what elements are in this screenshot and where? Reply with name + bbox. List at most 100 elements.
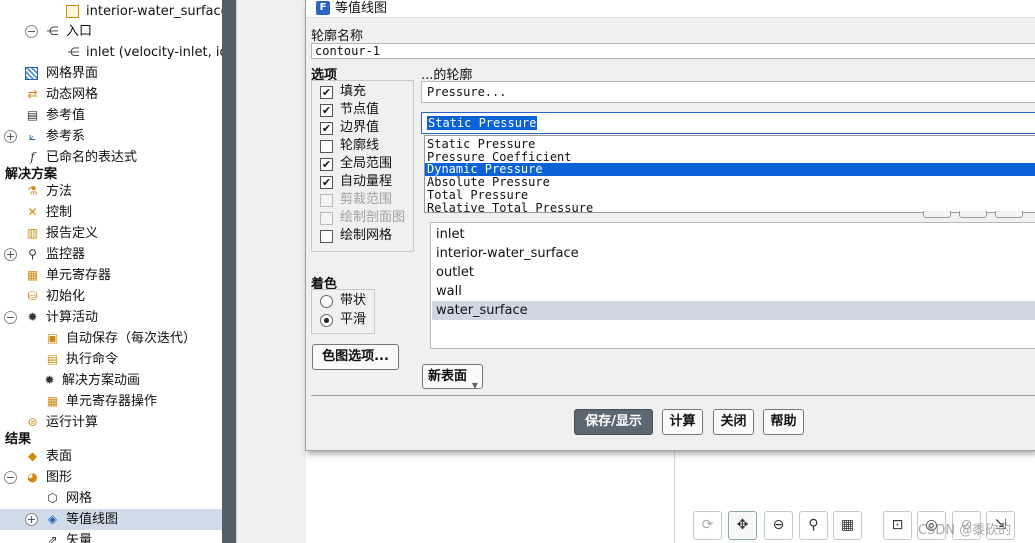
surfaces-list[interactable]: inlet interior-water_surface outlet wall… bbox=[430, 222, 1035, 349]
surfaces-icon: ◆ bbox=[27, 449, 38, 463]
surface-item-water-surface[interactable]: water_surface bbox=[432, 301, 1035, 320]
surface-filter-buttons bbox=[923, 211, 1035, 218]
tree-item-label: interior-water_surface bbox=[86, 4, 222, 19]
contour-name-input[interactable]: contour-1 bbox=[311, 43, 1035, 59]
expand-icon[interactable]: + bbox=[4, 248, 17, 261]
tree-item-label: 参考值 bbox=[46, 108, 86, 123]
function-icon: f bbox=[30, 150, 35, 164]
surface-item-inlet[interactable]: inlet bbox=[432, 225, 1035, 244]
tree-item-label: 入口 bbox=[66, 24, 93, 39]
tree-item-label: 等值线图 bbox=[66, 512, 119, 527]
compute-button[interactable]: 计算 bbox=[662, 409, 703, 435]
coloring-option-label: 带状 bbox=[340, 293, 367, 308]
tree-item-label: 矢量 bbox=[66, 533, 93, 543]
cell-registers-icon: ▦ bbox=[26, 268, 39, 282]
contours-icon: ◈ bbox=[47, 512, 58, 526]
checkbox-checked-icon[interactable]: ✔ bbox=[320, 86, 333, 99]
expand-icon[interactable]: + bbox=[4, 130, 17, 143]
zoom-in-out-icon[interactable]: ⊖ bbox=[764, 511, 793, 540]
coloring-group: 带状 平滑 bbox=[311, 289, 375, 334]
rotate-icon[interactable]: ⟳ bbox=[693, 511, 722, 540]
save-display-button[interactable]: 保存/显示 bbox=[574, 409, 653, 435]
colormap-options-button[interactable]: 色图选项... bbox=[312, 344, 399, 370]
option-label: 轮廓线 bbox=[340, 138, 380, 153]
tree-item-contours[interactable]: + ◈ 等值线图 bbox=[0, 509, 222, 530]
calculation-activities-icon: ✹ bbox=[27, 310, 38, 324]
tree-item-label: 监控器 bbox=[46, 247, 86, 262]
checkbox-checked-icon[interactable]: ✔ bbox=[320, 104, 333, 117]
option-label: 绘制剖面图 bbox=[340, 210, 406, 225]
contour-field-value: Static Pressure bbox=[427, 116, 538, 130]
option-label: 绘制网格 bbox=[340, 228, 393, 243]
dialog-title: 等值线图 bbox=[335, 1, 388, 16]
checkbox-checked-icon[interactable]: ✔ bbox=[320, 158, 333, 171]
fluent-window: interior-water_surface − ⋲ 入口 ⋲ inlet (v… bbox=[0, 0, 1035, 543]
expand-icon[interactable]: + bbox=[25, 513, 38, 526]
surface-item-outlet[interactable]: outlet bbox=[432, 263, 1035, 282]
filter-button[interactable] bbox=[959, 211, 987, 218]
graphics-icon: ◕ bbox=[27, 470, 38, 484]
tree-scrollbar[interactable] bbox=[222, 0, 236, 543]
tree-item-label: 单元寄存器操作 bbox=[66, 394, 158, 409]
checkbox-checked-icon[interactable]: ✔ bbox=[320, 176, 333, 189]
autosave-icon: ▣ bbox=[46, 331, 59, 345]
monitors-icon: ⚲ bbox=[28, 247, 37, 261]
tree-item-label: 运行计算 bbox=[46, 415, 99, 430]
tree-item-label: 单元寄存器 bbox=[46, 268, 112, 283]
radio-off-icon[interactable] bbox=[320, 295, 333, 308]
new-surface-label: 新表面 bbox=[427, 369, 467, 384]
zoom-icon[interactable]: ⚲ bbox=[799, 511, 828, 540]
mesh-interface-icon bbox=[25, 67, 38, 80]
tree-item-label: 控制 bbox=[46, 205, 73, 220]
dialog-separator bbox=[311, 395, 1035, 396]
contour-field-select[interactable]: Static Pressure bbox=[421, 112, 1035, 134]
zoom-box-icon[interactable]: ⊡ bbox=[883, 511, 912, 540]
contour-name-label: 轮廓名称 bbox=[311, 29, 364, 44]
outline-tree: interior-water_surface − ⋲ 入口 ⋲ inlet (v… bbox=[0, 0, 222, 543]
filter-button[interactable] bbox=[923, 211, 951, 218]
close-button[interactable]: 关闭 bbox=[713, 409, 754, 435]
collapse-icon[interactable]: − bbox=[25, 25, 38, 38]
tree-item-label: 表面 bbox=[46, 449, 73, 464]
initialization-icon: ⛁ bbox=[27, 289, 38, 303]
execute-commands-icon: ▤ bbox=[46, 352, 59, 366]
tree-item-label: 报告定义 bbox=[46, 226, 99, 241]
mesh-icon: ⬡ bbox=[47, 491, 58, 505]
tree-section-label: 结果 bbox=[5, 432, 32, 447]
watermark: CSDN @黍砍的 bbox=[918, 523, 1012, 538]
tree-item-label: 自动保存（每次迭代） bbox=[66, 331, 197, 346]
contour-category-select[interactable]: Pressure... bbox=[421, 81, 1035, 103]
checkbox-disabled-icon bbox=[320, 194, 333, 207]
option-label: 填充 bbox=[340, 84, 367, 99]
tree-item-label: 图形 bbox=[46, 470, 73, 485]
tree-item-label: 初始化 bbox=[46, 289, 86, 304]
dialog-titlebar[interactable]: F 等值线图 bbox=[306, 0, 1035, 18]
fit-icon[interactable]: ▦ bbox=[833, 511, 862, 540]
tree-item-label: 网格界面 bbox=[46, 66, 99, 81]
surface-item-interior-water-surface[interactable]: interior-water_surface bbox=[432, 244, 1035, 263]
radio-on-icon[interactable] bbox=[320, 314, 333, 327]
task-page-area bbox=[236, 0, 306, 543]
option-label: 剪裁范围 bbox=[340, 192, 393, 207]
report-definitions-icon: ▥ bbox=[26, 226, 39, 240]
checkbox-unchecked-icon[interactable] bbox=[320, 140, 333, 153]
checkbox-checked-icon[interactable]: ✔ bbox=[320, 122, 333, 135]
option-label: 节点值 bbox=[340, 102, 380, 117]
reference-values-icon: ▤ bbox=[26, 108, 39, 122]
dynamic-mesh-icon: ⇄ bbox=[27, 87, 38, 101]
new-surface-button[interactable]: 新表面 ▼ bbox=[422, 364, 483, 390]
pan-icon[interactable]: ✥ bbox=[728, 511, 757, 540]
collapse-icon[interactable]: − bbox=[4, 471, 17, 484]
filter-button[interactable] bbox=[995, 211, 1023, 218]
tree-item-label: 计算活动 bbox=[46, 310, 99, 325]
option-label: 边界值 bbox=[340, 120, 380, 135]
checkbox-unchecked-icon[interactable] bbox=[320, 230, 333, 243]
graphics-divider bbox=[674, 450, 675, 543]
collapse-icon[interactable]: − bbox=[4, 311, 17, 324]
surface-item-wall[interactable]: wall bbox=[432, 282, 1035, 301]
solution-animation-icon: ✹ bbox=[44, 373, 55, 387]
tree-item-label: 网格 bbox=[66, 491, 93, 506]
fluent-app-icon: F bbox=[316, 1, 330, 15]
controls-icon: ✕ bbox=[27, 205, 38, 219]
help-button[interactable]: 帮助 bbox=[763, 409, 804, 435]
